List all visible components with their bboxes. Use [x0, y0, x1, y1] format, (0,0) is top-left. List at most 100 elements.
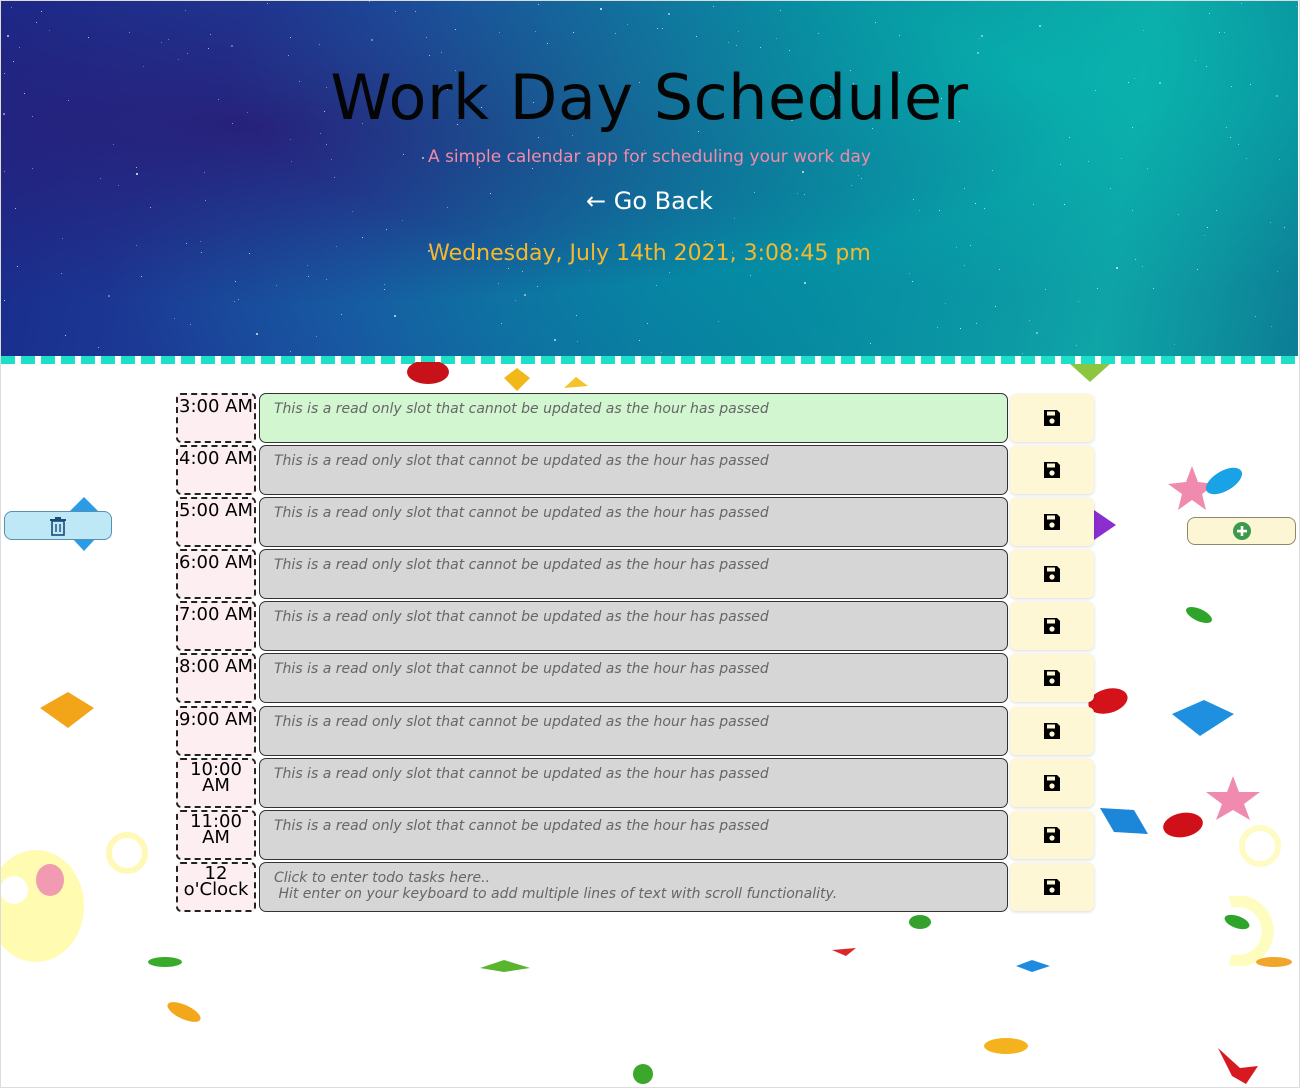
- save-button[interactable]: [1010, 811, 1094, 859]
- task-textarea[interactable]: This is a read only slot that cannot be …: [259, 758, 1008, 808]
- floppy-disk-icon: [1044, 410, 1060, 426]
- confetti-piece: [480, 960, 530, 972]
- save-button[interactable]: [1010, 394, 1094, 442]
- confetti-piece: [832, 948, 856, 956]
- confetti-piece: [1224, 914, 1250, 930]
- confetti-piece: [909, 915, 931, 929]
- hour-label-line1: 8:00 AM: [179, 656, 253, 677]
- hour-label: 3:00 AM: [176, 393, 256, 443]
- hour-label-line2: AM: [202, 827, 230, 848]
- time-block-row: 5:00 AM This is a read only slot that can…: [176, 497, 1096, 549]
- confetti-piece: [40, 692, 94, 728]
- task-textarea[interactable]: This is a read only slot that cannot be …: [259, 601, 1008, 651]
- save-button[interactable]: [1010, 863, 1094, 911]
- hour-label: 11:00 AM: [176, 810, 256, 860]
- confetti-piece: [984, 1038, 1028, 1054]
- time-block-row: 12 o'Clock Click to enter todo tasks here.…: [176, 862, 1096, 914]
- floppy-disk-icon: [1044, 670, 1060, 686]
- current-datetime: Wednesday, July 14th 2021, 3:08:45 pm: [428, 241, 871, 266]
- task-textarea[interactable]: This is a read only slot that cannot be …: [259, 653, 1008, 703]
- clear-all-button[interactable]: [4, 511, 112, 540]
- task-text-line2: Hit enter on your keyboard to add multip…: [274, 886, 838, 902]
- hour-label-line2: AM: [202, 775, 230, 796]
- hour-label-line1: 6:00 AM: [179, 552, 253, 573]
- task-text-line1: This is a read only slot that cannot be …: [274, 505, 769, 521]
- task-text-line1: This is a read only slot that cannot be …: [274, 609, 769, 625]
- floppy-disk-icon: [1044, 566, 1060, 582]
- task-text-line1: This is a read only slot that cannot be …: [274, 766, 769, 782]
- confetti-piece: [106, 832, 148, 874]
- add-hour-button[interactable]: [1187, 517, 1296, 545]
- task-text-line1: This is a read only slot that cannot be …: [274, 557, 769, 573]
- confetti-piece: [407, 362, 449, 384]
- hour-label: 7:00 AM: [176, 601, 256, 651]
- confetti-piece: [1256, 957, 1292, 967]
- task-textarea[interactable]: This is a read only slot that cannot be …: [259, 810, 1008, 860]
- hour-label: 6:00 AM: [176, 549, 256, 599]
- hour-label: 10:00 AM: [176, 758, 256, 808]
- task-textarea[interactable]: This is a read only slot that cannot be …: [259, 497, 1008, 547]
- task-text-line1: Click to enter todo tasks here..: [274, 870, 491, 886]
- plus-circle-icon: [1232, 522, 1251, 540]
- time-block-row: 3:00 AM This is a read only slot that can…: [176, 393, 1096, 445]
- page-subtitle: A simple calendar app for scheduling you…: [428, 147, 871, 167]
- save-button[interactable]: [1010, 654, 1094, 702]
- hour-label-line1: 5:00 AM: [179, 500, 253, 521]
- save-button[interactable]: [1010, 602, 1094, 650]
- confetti-piece: [1070, 364, 1110, 382]
- hour-label: 12 o'Clock: [176, 862, 256, 912]
- confetti-piece: [1218, 1048, 1258, 1084]
- time-block-row: 11:00 AM This is a read only slot that can…: [176, 810, 1096, 862]
- hour-label: 8:00 AM: [176, 653, 256, 703]
- task-text-line1: This is a read only slot that cannot be …: [274, 818, 769, 834]
- save-button[interactable]: [1010, 446, 1094, 494]
- floppy-disk-icon: [1044, 775, 1060, 791]
- time-block-row: 8:00 AM This is a read only slot that can…: [176, 653, 1096, 705]
- time-block-row: 7:00 AM This is a read only slot that can…: [176, 601, 1096, 653]
- confetti-piece: [1239, 825, 1281, 867]
- confetti-piece: [564, 377, 588, 388]
- hour-label-line1: 3:00 AM: [179, 396, 253, 417]
- hour-label-line2: o'Clock: [183, 879, 249, 900]
- confetti-piece: [1016, 960, 1050, 972]
- confetti-piece: [1100, 808, 1148, 834]
- confetti-piece: [167, 1002, 201, 1022]
- hour-label: 4:00 AM: [176, 445, 256, 495]
- task-textarea[interactable]: This is a read only slot that cannot be …: [259, 706, 1008, 756]
- task-textarea[interactable]: Click to enter todo tasks here.. Hit ent…: [259, 862, 1008, 912]
- task-textarea[interactable]: This is a read only slot that cannot be …: [259, 393, 1008, 443]
- confetti-piece: [0, 850, 84, 962]
- floppy-disk-icon: [1044, 618, 1060, 634]
- confetti-piece: [633, 1064, 653, 1084]
- floppy-disk-icon: [1044, 462, 1060, 478]
- task-text-line1: This is a read only slot that cannot be …: [274, 453, 769, 469]
- time-block-row: 6:00 AM This is a read only slot that can…: [176, 549, 1096, 601]
- task-textarea[interactable]: This is a read only slot that cannot be …: [259, 445, 1008, 495]
- save-button[interactable]: [1010, 707, 1094, 755]
- hour-label-line1: 7:00 AM: [179, 604, 253, 625]
- save-button[interactable]: [1010, 550, 1094, 598]
- task-textarea[interactable]: This is a read only slot that cannot be …: [259, 549, 1008, 599]
- time-block-row: 10:00 AM This is a read only slot that can…: [176, 758, 1096, 810]
- task-text-line1: This is a read only slot that cannot be …: [274, 714, 769, 730]
- confetti-piece: [1205, 467, 1243, 495]
- confetti-piece: [148, 957, 182, 967]
- floppy-disk-icon: [1044, 723, 1060, 739]
- save-button[interactable]: [1010, 759, 1094, 807]
- floppy-disk-icon: [1044, 514, 1060, 530]
- confetti-piece: [1206, 776, 1260, 820]
- header-banner: Work Day Scheduler A simple calendar app…: [1, 1, 1298, 357]
- task-text-line1: This is a read only slot that cannot be …: [274, 401, 769, 417]
- confetti-piece: [1172, 700, 1234, 736]
- hour-label: 9:00 AM: [176, 706, 256, 756]
- hour-label-line1: 9:00 AM: [179, 709, 253, 730]
- time-block-row: 4:00 AM This is a read only slot that can…: [176, 445, 1096, 497]
- go-back-link[interactable]: ← Go Back: [586, 187, 713, 215]
- save-button[interactable]: [1010, 498, 1094, 546]
- confetti-piece: [1186, 606, 1212, 624]
- floppy-disk-icon: [1044, 879, 1060, 895]
- task-text-line1: This is a read only slot that cannot be …: [274, 661, 769, 677]
- time-block-row: 9:00 AM This is a read only slot that can…: [176, 706, 1096, 758]
- floppy-disk-icon: [1044, 827, 1060, 843]
- hour-label-line1: 4:00 AM: [179, 448, 253, 469]
